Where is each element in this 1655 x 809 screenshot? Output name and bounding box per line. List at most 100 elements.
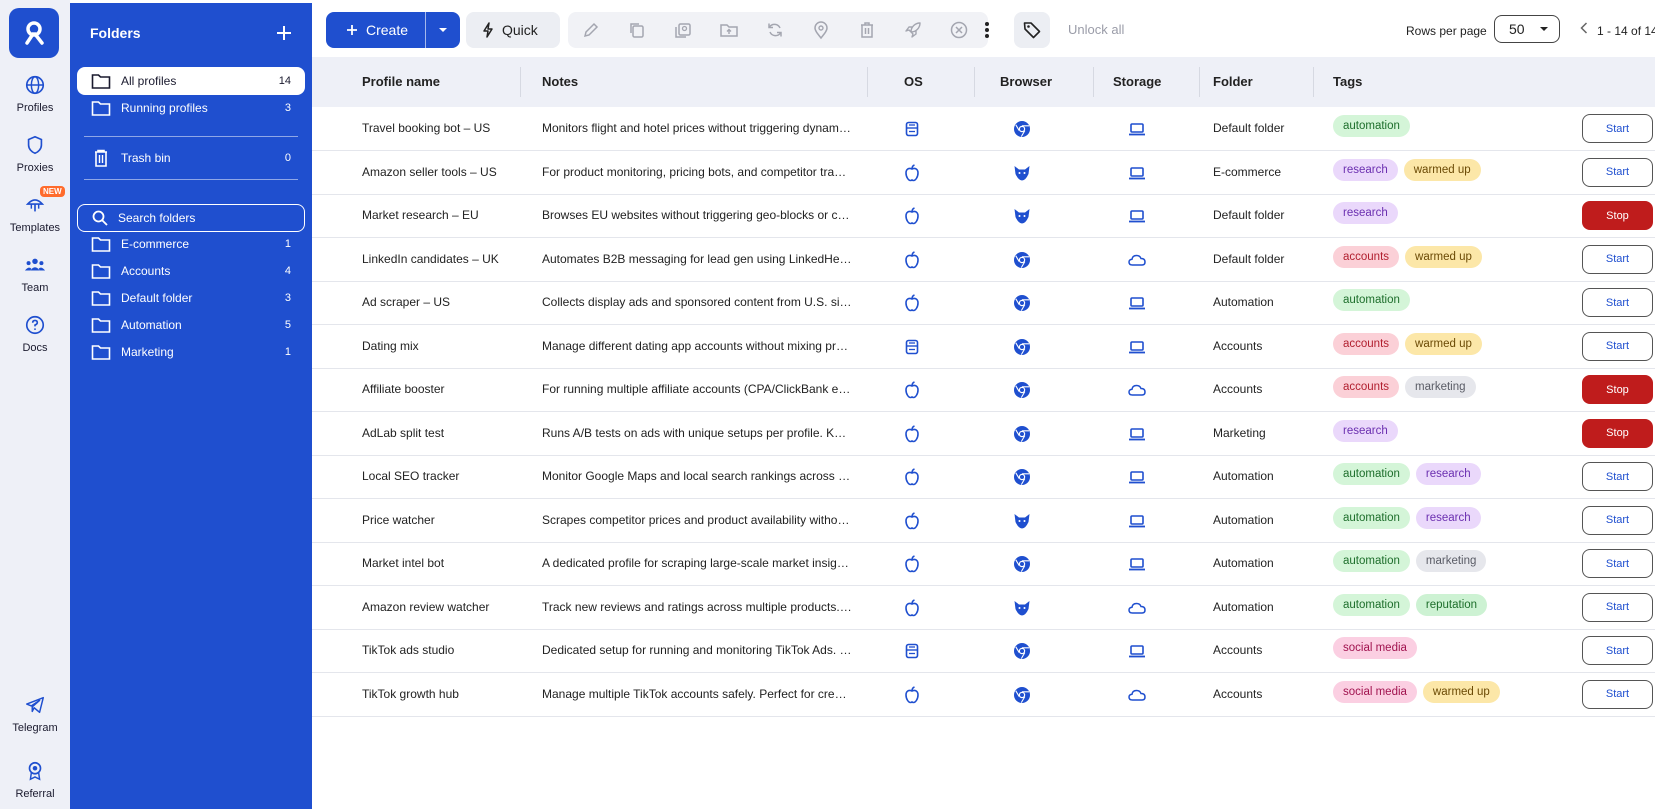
- folder-default-folder[interactable]: Default folder 3: [77, 284, 305, 312]
- table-row[interactable]: LinkedIn candidates – UK Automates B2B me…: [312, 238, 1655, 282]
- create-dropdown-button[interactable]: [426, 12, 460, 48]
- quick-button[interactable]: Quick: [466, 12, 560, 48]
- col-header-browser[interactable]: Browser: [1000, 74, 1052, 89]
- delete-button[interactable]: [844, 12, 890, 48]
- tag-badge[interactable]: accounts: [1333, 332, 1400, 355]
- tag-badge[interactable]: social media: [1333, 637, 1417, 659]
- rail-item-telegram[interactable]: Telegram: [0, 694, 70, 734]
- rail-item-docs[interactable]: Docs: [0, 314, 70, 354]
- stop-button[interactable]: Stop: [1582, 418, 1653, 448]
- profile-name[interactable]: Market research – EU: [362, 208, 479, 222]
- more-menu-button[interactable]: [982, 20, 992, 40]
- rail-item-team[interactable]: Team: [0, 254, 70, 294]
- table-row[interactable]: Ad scraper – US Collects display ads and …: [312, 281, 1655, 325]
- profile-name[interactable]: TikTok growth hub: [362, 687, 459, 701]
- tag-badge[interactable]: research: [1333, 202, 1398, 224]
- col-header-storage[interactable]: Storage: [1113, 74, 1161, 89]
- tag-badge[interactable]: warmed up: [1405, 245, 1482, 268]
- tag-badge[interactable]: research: [1415, 506, 1481, 529]
- rail-item-proxies[interactable]: Proxies: [0, 134, 70, 174]
- table-row[interactable]: Amazon seller tools – US For product moni…: [312, 151, 1655, 195]
- folder-marketing[interactable]: Marketing 1: [77, 338, 305, 366]
- profile-name[interactable]: Price watcher: [362, 513, 435, 527]
- table-row[interactable]: Travel booking bot – US Monitors flight a…: [312, 107, 1655, 151]
- table-row[interactable]: Amazon review watcher Track new reviews a…: [312, 586, 1655, 630]
- profile-name[interactable]: Dating mix: [362, 339, 419, 353]
- tag-badge[interactable]: warmed up: [1405, 332, 1482, 355]
- table-row[interactable]: TikTok growth hub Manage multiple TikTok …: [312, 673, 1655, 717]
- rail-item-templates[interactable]: NEW Templates: [0, 186, 70, 234]
- tag-badge[interactable]: accounts: [1333, 245, 1400, 268]
- tag-badge[interactable]: warmed up: [1403, 158, 1481, 181]
- tag-badge[interactable]: automation: [1333, 550, 1410, 572]
- tag-badge[interactable]: automation: [1333, 289, 1410, 311]
- tag-badge[interactable]: automation: [1333, 115, 1410, 137]
- folder-running-profiles[interactable]: Running profiles 3: [77, 94, 305, 122]
- profile-name[interactable]: Amazon review watcher: [362, 600, 489, 614]
- profile-name[interactable]: Local SEO tracker: [362, 469, 459, 483]
- start-button[interactable]: Start: [1582, 679, 1653, 709]
- table-row[interactable]: Affiliate booster For running multiple af…: [312, 368, 1655, 412]
- profile-name[interactable]: Affiliate booster: [362, 382, 445, 396]
- start-button[interactable]: Start: [1582, 244, 1653, 274]
- table-row[interactable]: AdLab split test Runs A/B tests on ads wi…: [312, 412, 1655, 456]
- table-row[interactable]: Market intel bot A dedicated profile for …: [312, 542, 1655, 586]
- stop-all-button[interactable]: [936, 12, 982, 48]
- stop-button[interactable]: Stop: [1582, 201, 1653, 230]
- tag-badge[interactable]: marketing: [1415, 550, 1487, 572]
- profile-name[interactable]: AdLab split test: [362, 426, 444, 440]
- tag-badge[interactable]: research: [1333, 158, 1398, 181]
- table-row[interactable]: Dating mix Manage different dating app ac…: [312, 325, 1655, 369]
- rows-per-page-select[interactable]: 50: [1494, 15, 1560, 43]
- folder-automation[interactable]: Automation 5: [77, 311, 305, 339]
- clone-button[interactable]: [660, 12, 706, 48]
- profile-name[interactable]: Ad scraper – US: [362, 295, 450, 309]
- start-button[interactable]: Start: [1582, 636, 1653, 665]
- rail-item-profiles[interactable]: Profiles: [0, 74, 70, 114]
- tag-badge[interactable]: accounts: [1333, 376, 1400, 398]
- tag-badge[interactable]: automation: [1333, 506, 1410, 529]
- tag-button[interactable]: [1014, 12, 1050, 48]
- prev-page-button[interactable]: [1576, 19, 1592, 37]
- col-header-profile-name[interactable]: Profile name: [362, 74, 440, 89]
- start-button[interactable]: Start: [1582, 549, 1653, 578]
- profile-name[interactable]: Travel booking bot – US: [362, 121, 490, 135]
- move-to-folder-button[interactable]: [706, 12, 752, 48]
- edit-button[interactable]: [568, 12, 614, 48]
- folder-accounts[interactable]: Accounts 4: [77, 257, 305, 285]
- start-button[interactable]: Start: [1582, 331, 1653, 361]
- col-header-tags[interactable]: Tags: [1333, 74, 1362, 89]
- add-folder-button[interactable]: [272, 21, 296, 45]
- tag-badge[interactable]: warmed up: [1422, 680, 1500, 703]
- app-logo[interactable]: [9, 8, 59, 58]
- start-button[interactable]: Start: [1582, 288, 1653, 317]
- table-row[interactable]: Market research – EU Browses EU websites …: [312, 194, 1655, 238]
- tag-badge[interactable]: automation: [1333, 593, 1410, 616]
- refresh-button[interactable]: [752, 12, 798, 48]
- folder-e-commerce[interactable]: E-commerce 1: [77, 230, 305, 258]
- start-button[interactable]: Start: [1582, 505, 1653, 535]
- create-button[interactable]: Create: [326, 12, 426, 48]
- table-row[interactable]: TikTok ads studio Dedicated setup for run…: [312, 629, 1655, 673]
- tag-badge[interactable]: research: [1333, 419, 1398, 442]
- start-button[interactable]: Start: [1582, 157, 1653, 187]
- unlock-all-button[interactable]: Unlock all: [1068, 22, 1124, 37]
- search-folders-input[interactable]: Search folders: [77, 204, 305, 232]
- start-button[interactable]: Start: [1582, 114, 1653, 143]
- folder-all-profiles[interactable]: All profiles 14: [77, 67, 305, 95]
- proxy-button[interactable]: [798, 12, 844, 48]
- copy-button[interactable]: [614, 12, 660, 48]
- table-row[interactable]: Local SEO tracker Monitor Google Maps and…: [312, 455, 1655, 499]
- tag-badge[interactable]: marketing: [1405, 376, 1476, 398]
- col-header-os[interactable]: OS: [904, 74, 923, 89]
- stop-button[interactable]: Stop: [1582, 375, 1653, 404]
- start-button[interactable]: Start: [1582, 592, 1653, 622]
- start-button[interactable]: Start: [1582, 462, 1653, 491]
- profile-name[interactable]: LinkedIn candidates – UK: [362, 252, 499, 266]
- col-header-folder[interactable]: Folder: [1213, 74, 1253, 89]
- profile-name[interactable]: TikTok ads studio: [362, 643, 454, 657]
- tag-badge[interactable]: reputation: [1415, 593, 1488, 616]
- profile-name[interactable]: Amazon seller tools – US: [362, 165, 497, 179]
- table-row[interactable]: Price watcher Scrapes competitor prices a…: [312, 499, 1655, 543]
- tag-badge[interactable]: social media: [1333, 680, 1417, 703]
